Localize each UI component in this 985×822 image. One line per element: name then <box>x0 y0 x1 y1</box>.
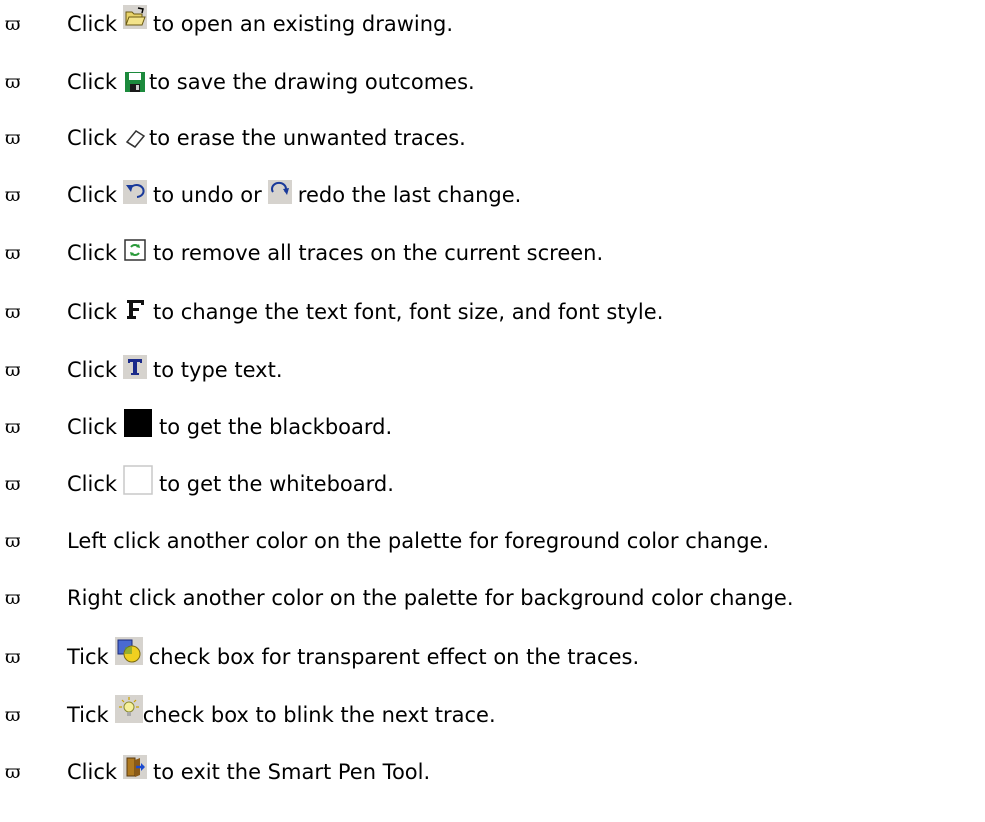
eraser-icon <box>123 126 147 150</box>
item-text: Click <box>67 300 118 324</box>
list-item: ϖ Click to open an existing drawing. <box>0 4 985 44</box>
bullet-symbol: ϖ <box>5 301 21 323</box>
item-text: to save the drawing outcomes. <box>149 70 475 94</box>
item-text: Left click another color on the palette … <box>67 529 770 553</box>
item-text: Click <box>67 241 118 265</box>
list-item: ϖ Click to save the drawing outcomes. <box>0 62 985 102</box>
item-text: to change the text font, font size, and … <box>153 300 664 324</box>
bullet-symbol: ϖ <box>5 71 21 93</box>
item-text: to get the whiteboard. <box>159 472 394 496</box>
item-text: to type text. <box>153 358 283 382</box>
list-item: ϖ Click to remove all traces on the curr… <box>0 233 985 273</box>
text-tool-icon <box>123 355 148 379</box>
item-text: Click <box>67 415 118 439</box>
list-item: ϖ Tick check box to blink the next trace… <box>0 695 985 735</box>
bullet-symbol: ϖ <box>5 473 21 495</box>
item-text: Tick <box>67 645 109 669</box>
bullet-symbol: ϖ <box>5 416 21 438</box>
item-text: to remove all traces on the current scre… <box>153 241 604 265</box>
clear-screen-icon <box>123 238 147 262</box>
item-text: Click <box>67 358 118 382</box>
item-text: to exit the Smart Pen Tool. <box>153 760 431 784</box>
bullet-symbol: ϖ <box>5 127 21 149</box>
undo-icon <box>123 180 148 204</box>
bullet-symbol: ϖ <box>5 587 21 609</box>
whiteboard-icon <box>123 465 153 495</box>
list-item: ϖ Right click another color on the palet… <box>0 578 985 618</box>
list-item: ϖ Click to erase the unwanted traces. <box>0 118 985 158</box>
list-item: ϖ Click to get the blackboard. <box>0 407 985 447</box>
item-text: to open an existing drawing. <box>153 12 454 36</box>
item-text: Click <box>67 183 118 207</box>
exit-door-icon <box>123 755 148 779</box>
blink-bulb-icon <box>114 695 143 723</box>
bullet-symbol: ϖ <box>5 704 21 726</box>
item-text: Click <box>67 126 118 150</box>
item-text: Click <box>67 760 118 784</box>
save-disk-icon <box>123 70 147 94</box>
bullet-symbol: ϖ <box>5 530 21 552</box>
font-icon <box>123 297 147 321</box>
item-text: Click <box>67 12 118 36</box>
item-text: redo the last change. <box>297 183 522 207</box>
item-text: to erase the unwanted traces. <box>149 126 466 150</box>
item-text: Click <box>67 70 118 94</box>
item-text: to get the blackboard. <box>159 415 393 439</box>
item-text: Right click another color on the palette… <box>67 586 794 610</box>
item-text: Click <box>67 472 118 496</box>
list-item: ϖ Click to undo or redo the last change. <box>0 175 985 215</box>
bullet-symbol: ϖ <box>5 242 21 264</box>
list-item: ϖ Click to get the whiteboard. <box>0 464 985 504</box>
bullet-symbol: ϖ <box>5 646 21 668</box>
bullet-symbol: ϖ <box>5 359 21 381</box>
list-item: ϖ Tick check box for transparent effect … <box>0 637 985 677</box>
bullet-symbol: ϖ <box>5 13 21 35</box>
item-text: to undo or <box>153 183 262 207</box>
bullet-symbol: ϖ <box>5 761 21 783</box>
list-item: ϖ Click to exit the Smart Pen Tool. <box>0 752 985 792</box>
open-folder-icon <box>123 5 148 29</box>
blackboard-icon <box>123 408 153 438</box>
list-item: ϖ Click to type text. <box>0 350 985 390</box>
item-text: check box for transparent effect on the … <box>148 645 640 669</box>
list-item: ϖ Click to change the text font, font si… <box>0 292 985 332</box>
list-item: ϖ Left click another color on the palett… <box>0 521 985 561</box>
transparent-effect-icon <box>114 637 143 665</box>
item-text: Tick <box>67 703 109 727</box>
item-text: check box to blink the next trace. <box>142 703 496 727</box>
bullet-symbol: ϖ <box>5 184 21 206</box>
redo-icon <box>267 180 292 204</box>
